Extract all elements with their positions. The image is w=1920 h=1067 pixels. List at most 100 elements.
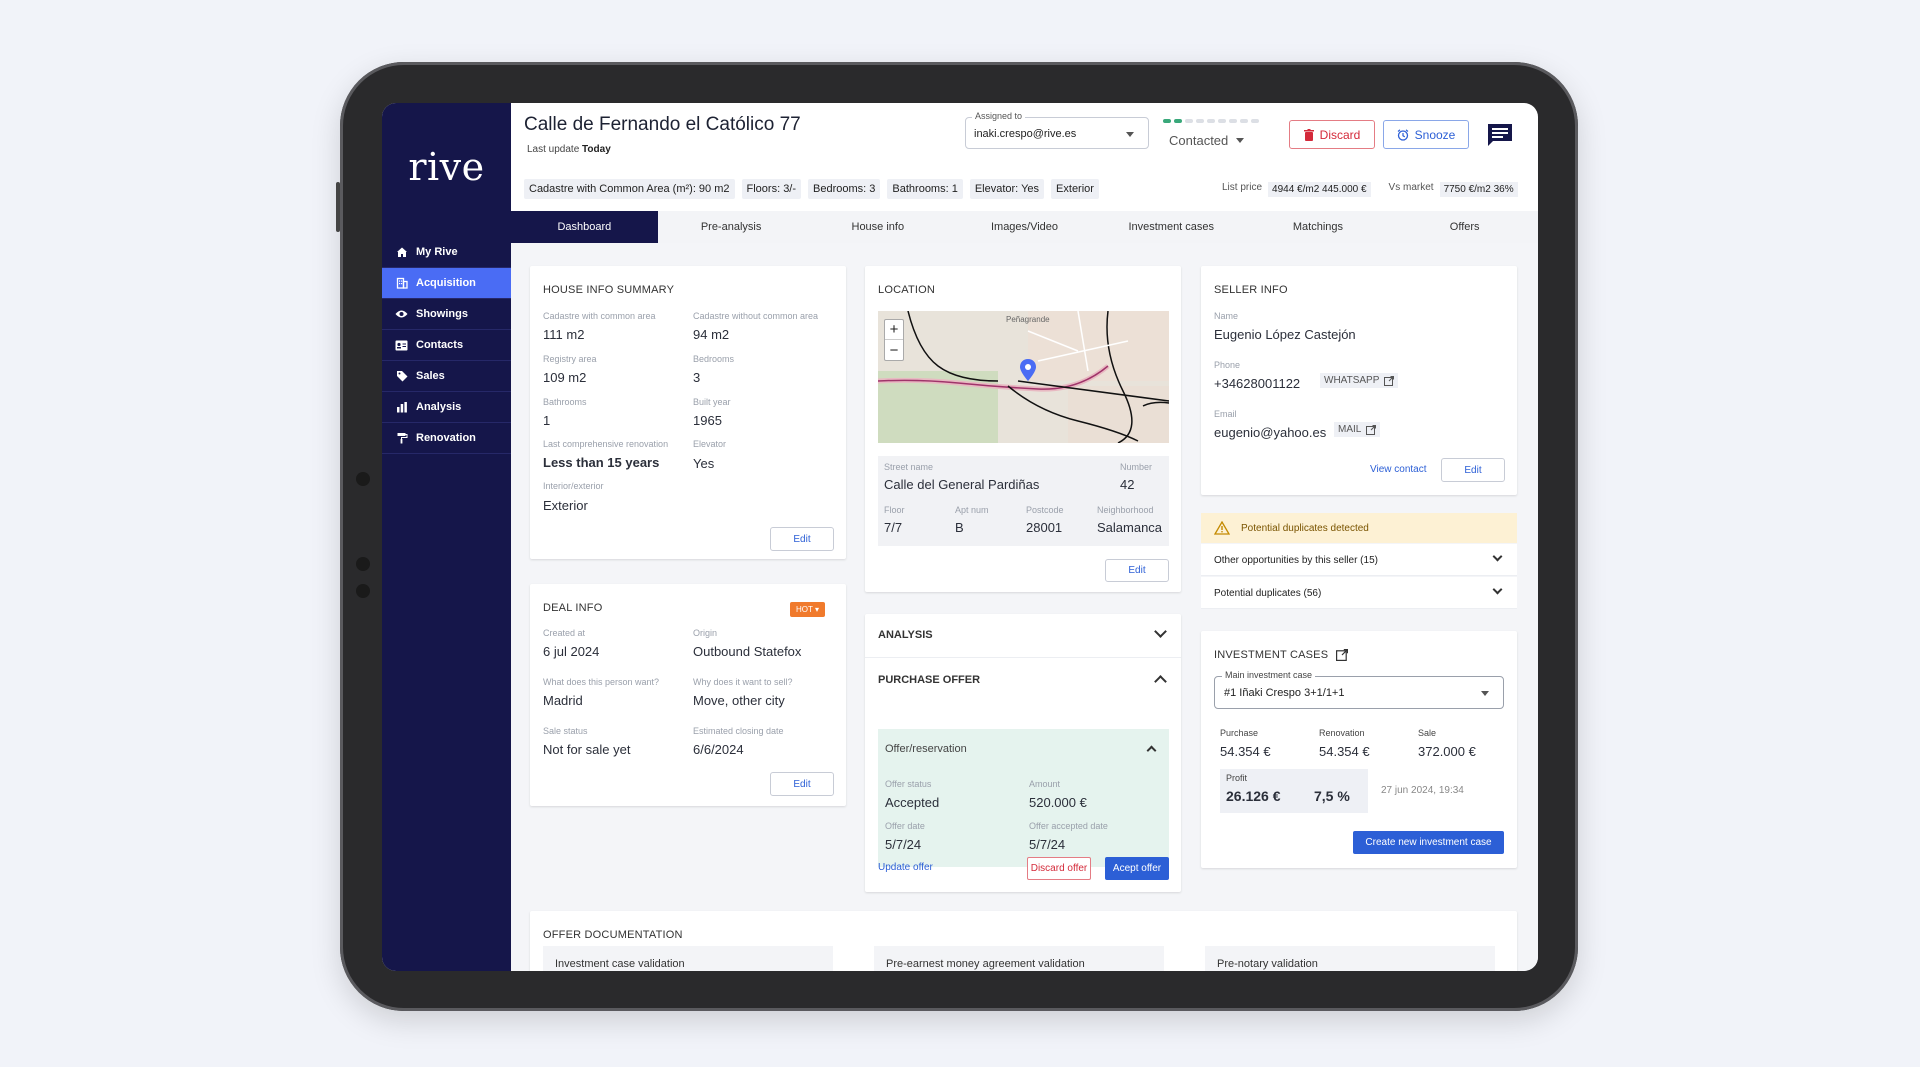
discard-offer-button[interactable]: Discard offer (1027, 857, 1091, 880)
edit-house-info-button[interactable]: Edit (770, 527, 834, 551)
price-summary: List price 4944 €/m2 445.000 € Vs market… (1222, 182, 1518, 197)
doc-item-label: Pre-notary validation (1217, 958, 1318, 970)
location-map[interactable]: Peñagrande + − (878, 311, 1169, 443)
last-update-value: Today (582, 144, 611, 155)
sidebar-item-label: Showings (416, 308, 468, 320)
number-value: 42 (1120, 477, 1135, 492)
snooze-button[interactable]: Snooze (1383, 120, 1469, 149)
chevron-down-icon (1126, 132, 1134, 137)
main-area: Calle de Fernando el Católico 77 Last up… (511, 103, 1538, 971)
sidebar-item-analysis[interactable]: Analysis (382, 392, 511, 423)
external-link-icon[interactable] (1336, 649, 1349, 661)
sidebar-item-label: My Rive (416, 246, 458, 258)
last-update: Last update Today (527, 144, 611, 155)
tab-pre-analysis[interactable]: Pre-analysis (658, 211, 805, 243)
warning-icon (1214, 521, 1230, 535)
volume-button (336, 182, 340, 232)
tab-house-info[interactable]: House info (804, 211, 951, 243)
seller-info-card: SELLER INFO Name Eugenio López Castejón … (1201, 266, 1517, 495)
sidebar-nav: My Rive Acquisition Showings Contacts Sa… (382, 237, 511, 454)
purchase-label: Purchase (1220, 728, 1259, 738)
chart-icon (395, 401, 408, 414)
accept-offer-button[interactable]: Acept offer (1105, 857, 1169, 880)
other-opportunities-row[interactable]: Other opportunities by this seller (15) (1201, 544, 1517, 576)
property-chips: Cadastre with Common Area (m²): 90 m2 Fl… (524, 179, 1099, 199)
doc-item[interactable]: Pre-earnest money agreement validation (874, 946, 1164, 971)
create-investment-case-button[interactable]: Create new investment case (1353, 831, 1504, 854)
whatsapp-link[interactable]: WHATSAPP (1320, 373, 1399, 388)
investment-cases-header: INVESTMENT CASES (1214, 649, 1349, 661)
card-title: LOCATION (878, 284, 936, 296)
doc-item[interactable]: Investment case validation (543, 946, 833, 971)
sidebar-item-showings[interactable]: Showings (382, 299, 511, 330)
card-title: HOUSE INFO SUMMARY (543, 284, 675, 296)
home-icon (395, 246, 408, 259)
edit-seller-button[interactable]: Edit (1441, 458, 1505, 482)
snooze-label: Snooze (1414, 127, 1456, 142)
chevron-down-icon (1492, 551, 1503, 562)
discard-button[interactable]: Discard (1289, 120, 1375, 149)
card-title: INVESTMENT CASES (1214, 649, 1329, 661)
sidebar-item-renovation[interactable]: Renovation (382, 423, 511, 454)
tab-dashboard[interactable]: Dashboard (511, 211, 658, 243)
list-price-label: List price (1222, 182, 1263, 193)
tab-investment-cases[interactable]: Investment cases (1098, 211, 1245, 243)
sale-value: 372.000 € (1418, 744, 1476, 759)
chevron-up-icon[interactable] (1146, 745, 1157, 756)
field-value: 6/6/2024 (693, 742, 744, 757)
status-dropdown[interactable]: Contacted (1169, 133, 1245, 148)
potential-duplicates-row[interactable]: Potential duplicates (56) (1201, 577, 1517, 609)
chevron-down-icon (1492, 584, 1503, 595)
update-offer-link[interactable]: Update offer (878, 862, 933, 873)
chip-elevator: Elevator: Yes (969, 179, 1045, 199)
seller-name-label: Name (1214, 311, 1239, 321)
renovation-label: Renovation (1319, 728, 1365, 738)
row-label: Potential duplicates (56) (1214, 588, 1322, 599)
sidebar-item-my-rive[interactable]: My Rive (382, 237, 511, 268)
mail-link[interactable]: MAIL (1334, 422, 1381, 437)
hot-badge[interactable]: HOT ▾ (790, 602, 825, 617)
main-investment-case-select[interactable]: Main investment case #1 Iñaki Crespo 3+1… (1214, 670, 1504, 709)
zoom-in-button[interactable]: + (885, 320, 903, 340)
analysis-title: ANALYSIS (878, 629, 933, 641)
floor-value: 7/7 (884, 520, 903, 535)
tab-bar: Dashboard Pre-analysis House info Images… (511, 211, 1538, 243)
external-link-icon (1366, 424, 1377, 435)
trash-icon (1303, 128, 1314, 141)
analysis-accordion[interactable]: ANALYSIS (865, 614, 1181, 658)
sidebar-item-contacts[interactable]: Contacts (382, 330, 511, 361)
tab-matchings[interactable]: Matchings (1245, 211, 1392, 243)
tab-images-video[interactable]: Images/Video (951, 211, 1098, 243)
edit-deal-info-button[interactable]: Edit (770, 772, 834, 796)
field-label: Elevator (693, 439, 727, 449)
deal-info-card: DEAL INFO HOT ▾ Created at 6 jul 2024 Or… (530, 584, 846, 806)
doc-item[interactable]: Pre-notary validation (1205, 946, 1495, 971)
amount-label: Amount (1029, 779, 1061, 789)
sidebar-item-label: Renovation (416, 432, 476, 444)
status-value: Contacted (1169, 133, 1229, 148)
assigned-to-select[interactable]: Assigned to inaki.crespo@rive.es (965, 111, 1149, 149)
field-value: Outbound Statefox (693, 644, 802, 659)
location-card: LOCATION Peñagrande + − Street name Call… (865, 266, 1181, 592)
number-label: Number (1120, 462, 1153, 472)
neighborhood-label: Neighborhood (1097, 505, 1154, 515)
sidebar-item-sales[interactable]: Sales (382, 361, 511, 392)
field-value: 6 jul 2024 (543, 644, 600, 659)
amount-value: 520.000 € (1029, 795, 1087, 810)
zoom-out-button[interactable]: − (885, 340, 903, 360)
whatsapp-label: WHATSAPP (1324, 375, 1380, 386)
edit-location-button[interactable]: Edit (1105, 559, 1169, 582)
field-value: 111 m2 (543, 327, 585, 342)
doc-item-label: Pre-earnest money agreement validation (886, 958, 1085, 970)
map-pin-icon[interactable] (1020, 359, 1036, 386)
tab-offers[interactable]: Offers (1391, 211, 1538, 243)
view-contact-link[interactable]: View contact (1370, 464, 1427, 475)
chat-icon[interactable] (1487, 123, 1513, 147)
field-value: Exterior (543, 498, 588, 513)
app-logo[interactable]: rive (382, 145, 511, 189)
purchase-offer-accordion[interactable]: PURCHASE OFFER (865, 659, 1181, 703)
sidebar-item-acquisition[interactable]: Acquisition (382, 268, 511, 299)
select-label: Main investment case (1222, 670, 1316, 680)
field-label: Cadastre without common area (693, 311, 819, 321)
progress-step (1229, 119, 1237, 123)
